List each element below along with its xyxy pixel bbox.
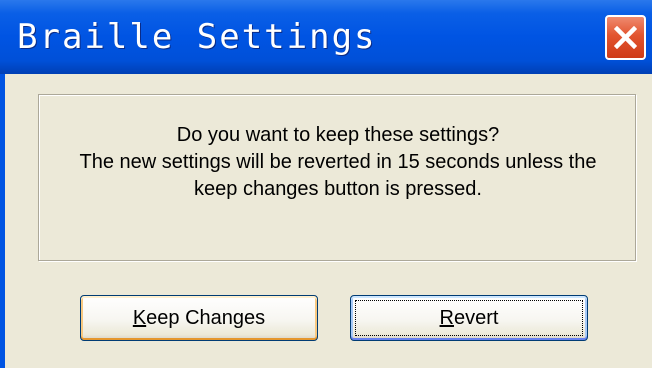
message-line: keep changes button is pressed. (194, 178, 482, 200)
close-icon (614, 26, 637, 49)
confirmation-message: Do you want to keep these settings? The … (39, 122, 637, 203)
message-line: The new settings will be reverted in 15 … (79, 151, 597, 173)
title-bar[interactable]: Braille Settings (0, 0, 652, 74)
keep-changes-text: eep Changes (146, 306, 266, 329)
keep-changes-mnemonic: K (132, 306, 147, 329)
keep-changes-label: Keep Changes (81, 296, 317, 340)
revert-mnemonic: R (439, 306, 454, 329)
revert-label: Revert (351, 296, 587, 340)
revert-text: evert (453, 306, 499, 329)
keep-changes-button[interactable]: Keep Changes (80, 295, 318, 341)
window-title: Braille Settings (17, 17, 377, 57)
close-button[interactable] (605, 15, 646, 60)
window-frame-left (0, 74, 5, 368)
revert-button[interactable]: Revert (350, 295, 588, 341)
braille-settings-dialog: Braille Settings Do you want to keep the… (0, 0, 652, 368)
message-panel: Do you want to keep these settings? The … (38, 94, 636, 261)
message-line: Do you want to keep these settings? (176, 124, 500, 146)
